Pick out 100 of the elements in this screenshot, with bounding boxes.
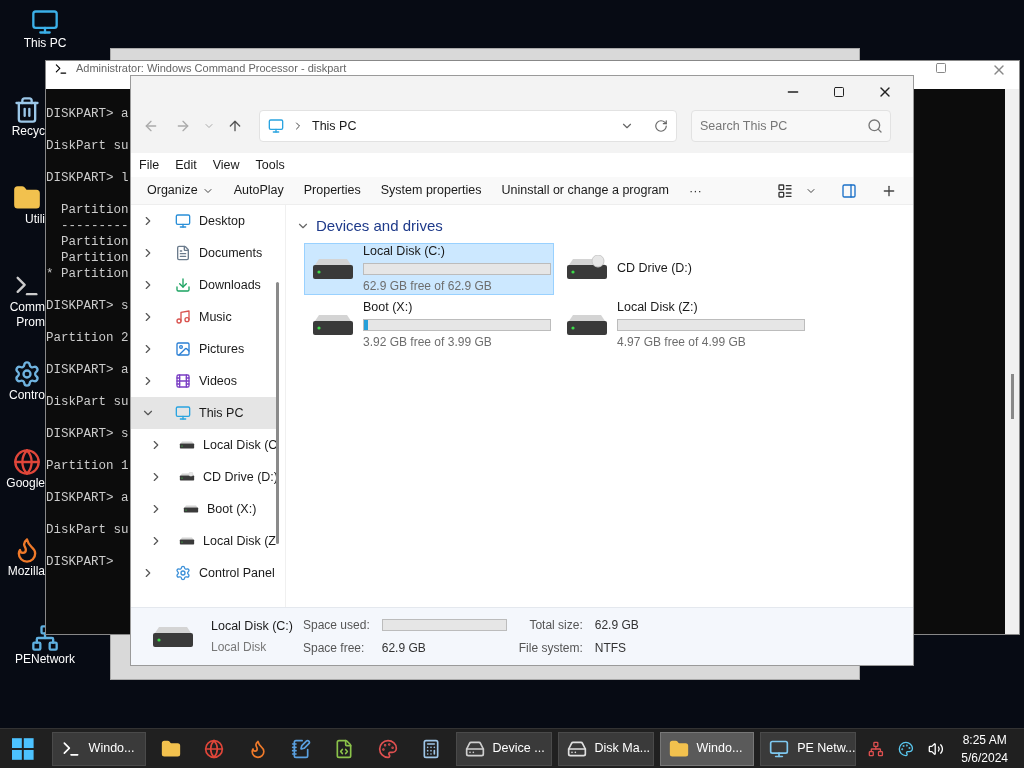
taskbar-button[interactable]: Disk Ma... [557,731,654,766]
command-button[interactable]: AutoPlay [225,181,292,200]
clock-date[interactable]: 5/6/2024 [961,748,1009,767]
view-icon[interactable] [777,182,793,199]
drive-tile[interactable]: Boot (X:) 3.92 GB free of 3.99 GB [304,298,554,351]
console-line: DISKPART> a [46,362,129,378]
palette-icon [377,738,398,759]
drive-name: Boot (X:) [363,299,414,317]
search-field[interactable]: Search This PC [691,110,891,142]
tree-item[interactable]: Control Panel [131,557,276,589]
drive-icon [179,440,195,450]
tree-item[interactable]: Boot (X:) [131,493,276,525]
start-icon[interactable] [12,737,34,760]
menu-item[interactable]: Edit [175,155,197,175]
search-icon[interactable] [867,118,883,134]
taskbar-button[interactable]: Device ... [455,731,552,766]
console-line: DiskPart su [46,394,129,410]
settings-icon[interactable] [13,360,41,388]
film-icon [175,373,191,389]
folder-icon [160,738,181,759]
monitor-icon[interactable] [31,8,59,36]
console-line: DISKPART> a [46,490,129,506]
console-line: DISKPART> l [46,170,129,186]
tree-item[interactable]: Local Disk (C [131,429,276,461]
tree-item[interactable]: Desktop [131,205,276,237]
desktop-icon-label: PENetwork [15,652,75,667]
tree-item[interactable]: Local Disk (Z [131,525,276,557]
tree-item[interactable]: Music [131,301,276,333]
details-pane-icon[interactable] [841,182,857,199]
console-line: Partition 2 [46,330,129,346]
console-line: DISKPART> [46,554,115,570]
taskbar-button[interactable]: Windo... [659,731,755,766]
document-icon [175,245,191,261]
console-line: * Partition [46,266,129,282]
desktop-icon-label: This PC [23,36,67,51]
command-button[interactable]: Uninstall or change a program [493,181,677,200]
tree-item-label: Local Disk (Z [203,532,276,550]
terminal-icon [54,62,68,76]
tree-item[interactable]: Pictures [131,333,276,365]
desktop-icon-label: Comm [9,300,45,315]
drive-icon [179,536,196,546]
download-icon [175,277,191,293]
field-label: Space used: [303,617,370,634]
menu-item[interactable]: File [139,155,160,175]
field-label: File system: [518,640,583,657]
refresh-icon[interactable] [654,119,668,133]
section-header[interactable]: Devices and drives [296,215,913,238]
tree-item-label: Control Panel [199,564,275,582]
tree-item[interactable]: Downloads [131,269,276,301]
tree-item[interactable]: This PC [131,397,276,429]
speaker-icon[interactable] [927,740,944,757]
tree-item-label: Local Disk (C [203,436,278,454]
network-icon[interactable] [868,740,884,757]
network-icon[interactable] [31,624,59,652]
tree-item-label: Downloads [199,276,261,294]
globe-icon[interactable] [13,448,41,476]
tree-item[interactable]: Videos [131,365,276,397]
console-line: DiskPart su [46,522,129,538]
drive-name: Local Disk (C:) [363,243,446,261]
taskbar-button[interactable]: PE Netw... [760,731,857,766]
free-space-text: 62.9 GB free of 62.9 GB [363,277,493,295]
tree-item-label: Music [199,308,232,326]
tree-item-label: This PC [199,404,244,422]
console-line: Partition 1 [46,458,129,474]
menu-item[interactable]: Tools [255,155,285,175]
command-button[interactable]: System properties [372,181,490,200]
field-label: Total size: [528,617,583,634]
drive-tile[interactable]: CD Drive (D:) [558,242,808,295]
scrollbar[interactable] [1005,89,1019,634]
console-line: --------- [60,218,129,234]
folder-icon[interactable] [13,184,41,212]
clock-time[interactable]: 8:25 AM [962,730,1007,749]
desktop-icon-label: Mozilla [7,564,45,579]
taskbar-button[interactable]: Windo... [51,731,147,766]
code-file-icon [334,738,355,759]
free-space-text: 4.97 GB free of 4.99 GB [617,333,747,351]
maximize-icon[interactable] [833,86,845,98]
more-button[interactable]: ··· [680,180,710,201]
up-icon[interactable] [227,118,243,134]
monitor-icon [268,118,284,134]
drive-name: Local Disk (Z:) [617,299,699,317]
desktop-icon-label: Prom [16,315,45,330]
command-button[interactable]: Organize [139,181,222,200]
scrollbar[interactable] [276,282,279,544]
desktop-icon-label: Google [6,476,45,491]
color-icon[interactable] [897,740,914,757]
picture-icon [175,341,191,357]
section-title: Devices and drives [316,216,443,236]
recycle-bin-icon[interactable] [13,96,41,124]
cd-drive-icon [179,472,195,482]
menu-item[interactable]: View [212,155,240,175]
address-bar[interactable]: This PC [259,110,677,142]
drive-icon [183,504,199,514]
command-button[interactable]: Properties [295,181,369,200]
console-line: DISKPART> a [46,106,129,122]
drive-tile[interactable]: Local Disk (Z:) 4.97 GB free of 4.99 GB [558,298,808,351]
drive-tile[interactable]: Local Disk (C:) 62.9 GB free of 62.9 GB [304,242,554,295]
free-space-text: 3.92 GB free of 3.99 GB [363,333,493,351]
tree-item-label: Pictures [199,340,245,358]
tree-item[interactable]: Documents [131,237,276,269]
